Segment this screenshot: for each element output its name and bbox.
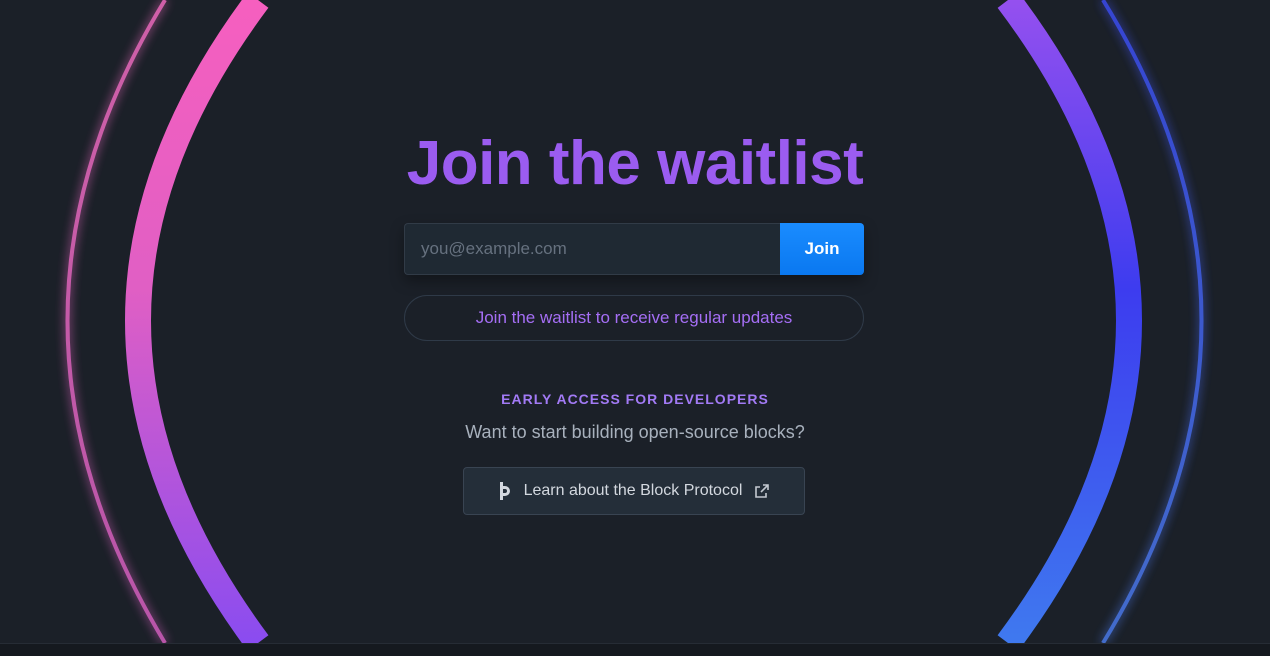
page-title: Join the waitlist (406, 129, 864, 198)
email-input[interactable] (404, 223, 780, 275)
waitlist-page: Join the waitlist Join Join the waitlist… (0, 0, 1270, 656)
block-protocol-logo-icon (498, 482, 512, 500)
block-protocol-button-label: Learn about the Block Protocol (523, 482, 743, 499)
block-protocol-button[interactable]: Learn about the Block Protocol (463, 467, 805, 515)
bottom-bar (0, 643, 1270, 656)
external-link-icon (754, 483, 770, 499)
updates-link[interactable]: Join the waitlist to receive regular upd… (404, 295, 864, 341)
waitlist-content: Join the waitlist Join Join the waitlist… (0, 0, 1270, 643)
join-button[interactable]: Join (780, 223, 864, 275)
early-access-label: EARLY ACCESS FOR DEVELOPERS (501, 391, 769, 407)
waitlist-form: Join (404, 223, 864, 275)
developers-subtitle: Want to start building open-source block… (465, 422, 805, 442)
